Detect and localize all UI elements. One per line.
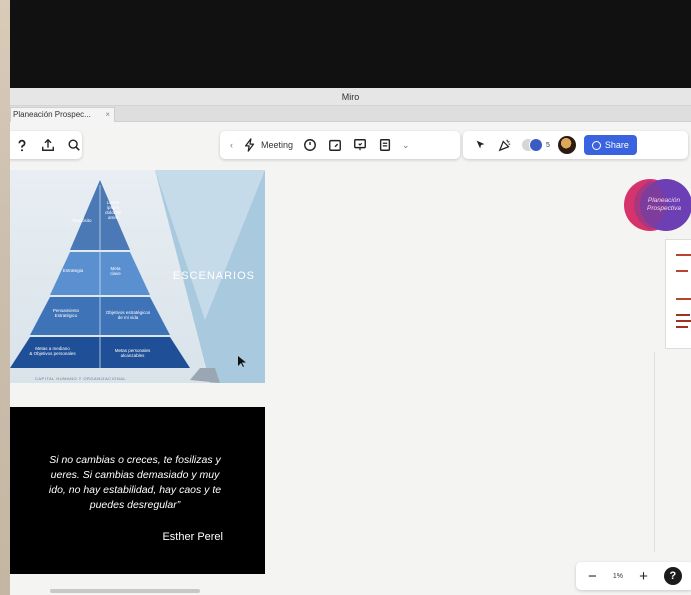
zoom-in-button[interactable]: + bbox=[639, 568, 648, 585]
collaborator-count: 5 bbox=[546, 141, 550, 149]
quote-line: puedes desregular” bbox=[89, 499, 181, 511]
mouse-cursor-icon bbox=[238, 354, 246, 372]
upload-icon[interactable] bbox=[40, 137, 56, 153]
pyramid-level-label: Pensamiento Estratégico bbox=[52, 308, 80, 318]
collaborators-avatars[interactable]: 5 bbox=[521, 138, 550, 152]
help-button[interactable]: ? bbox=[663, 567, 682, 585]
pyramid-level-label: Metas a mediano & Objetivos personales bbox=[29, 346, 76, 356]
text-line bbox=[676, 254, 691, 256]
search-icon[interactable] bbox=[66, 137, 82, 153]
pyramid-level-detail: Metas personales alcanzables bbox=[114, 348, 151, 358]
board-canvas[interactable]: ‹ Meeting ⌄ 5 Share ESCENARIOS Propósito… bbox=[10, 122, 691, 595]
quote-text: Si no cambias o creces, te fosilizas y u… bbox=[10, 453, 265, 513]
quote-line: ido, no hay estabilidad, hay caos y te bbox=[48, 484, 222, 496]
tab-bar: Planeación Prospec... × bbox=[10, 106, 691, 122]
pyramid-level-detail: Meta clave bbox=[110, 266, 121, 276]
pyramid-level-detail: Lorem ipsum dolor sit amet bbox=[105, 200, 121, 220]
chevron-left-icon[interactable]: ‹ bbox=[230, 140, 233, 150]
presentation-icon[interactable] bbox=[352, 137, 368, 153]
lightning-icon[interactable] bbox=[242, 137, 258, 153]
frame-border bbox=[654, 352, 655, 552]
close-icon[interactable]: × bbox=[105, 108, 110, 122]
user-avatar[interactable] bbox=[557, 136, 576, 154]
zoom-controls: − 1% + ? bbox=[576, 562, 691, 590]
cursor-follow-icon[interactable] bbox=[473, 137, 489, 153]
timer-icon[interactable] bbox=[302, 137, 318, 153]
text-line bbox=[676, 326, 688, 328]
video-letterbox bbox=[10, 0, 691, 88]
pyramid-level-label: Estrategia bbox=[62, 268, 84, 273]
zoom-level[interactable]: 1% bbox=[613, 573, 623, 580]
text-line bbox=[676, 270, 688, 272]
question-icon[interactable] bbox=[14, 137, 30, 153]
window-title: Miro bbox=[10, 88, 691, 106]
frame-partial-right[interactable] bbox=[665, 239, 691, 349]
notes-icon[interactable] bbox=[377, 137, 393, 153]
text-line bbox=[676, 320, 691, 322]
quote-line: Si no cambias o creces, te fosilizas y bbox=[49, 454, 221, 466]
tab-label: Planeación Prospec... bbox=[13, 110, 91, 119]
zoom-out-button[interactable]: − bbox=[588, 568, 597, 585]
scenario-title: ESCENARIOS bbox=[172, 270, 255, 282]
board-toolbar-share: 5 Share bbox=[463, 131, 688, 159]
more-chevron-icon[interactable]: ⌄ bbox=[402, 140, 410, 151]
share-label: Share bbox=[604, 140, 629, 150]
avatar bbox=[529, 138, 543, 152]
quote-author: Esther Perel bbox=[162, 531, 223, 543]
globe-icon bbox=[591, 140, 601, 150]
miro-window: Miro Planeación Prospec... × ‹ Meeting ⌄… bbox=[10, 88, 691, 595]
vote-icon[interactable] bbox=[327, 137, 343, 153]
text-line bbox=[676, 298, 691, 300]
photo-background bbox=[0, 0, 10, 595]
board-toolbar-collab: ‹ Meeting ⌄ bbox=[220, 131, 460, 159]
planeacion-label: Planeación Prospectiva bbox=[647, 197, 681, 212]
quote-line: ueres. Si cambias demasiado y muy bbox=[50, 469, 220, 481]
text-line bbox=[676, 314, 690, 316]
share-button[interactable]: Share bbox=[583, 135, 637, 155]
frame-escenarios[interactable]: ESCENARIOS Propósito Lorem ipsum dolor s… bbox=[10, 170, 265, 383]
frame-quote[interactable]: Si no cambias o creces, te fosilizas y u… bbox=[10, 407, 265, 574]
celebrate-icon[interactable] bbox=[497, 137, 513, 153]
pyramid-level-detail: Objetivos estratégicos de mi vida bbox=[105, 310, 151, 320]
horizontal-scrollbar[interactable] bbox=[50, 589, 200, 593]
meeting-label[interactable]: Meeting bbox=[261, 140, 293, 150]
board-toolbar-left bbox=[10, 131, 82, 159]
pyramid-caption: CAPITAL HUMANO Y ORGANIZACIONAL bbox=[35, 376, 127, 381]
pyramid-level-label: Propósito bbox=[72, 218, 92, 223]
tab-planeacion[interactable]: Planeación Prospec... × bbox=[10, 107, 115, 122]
